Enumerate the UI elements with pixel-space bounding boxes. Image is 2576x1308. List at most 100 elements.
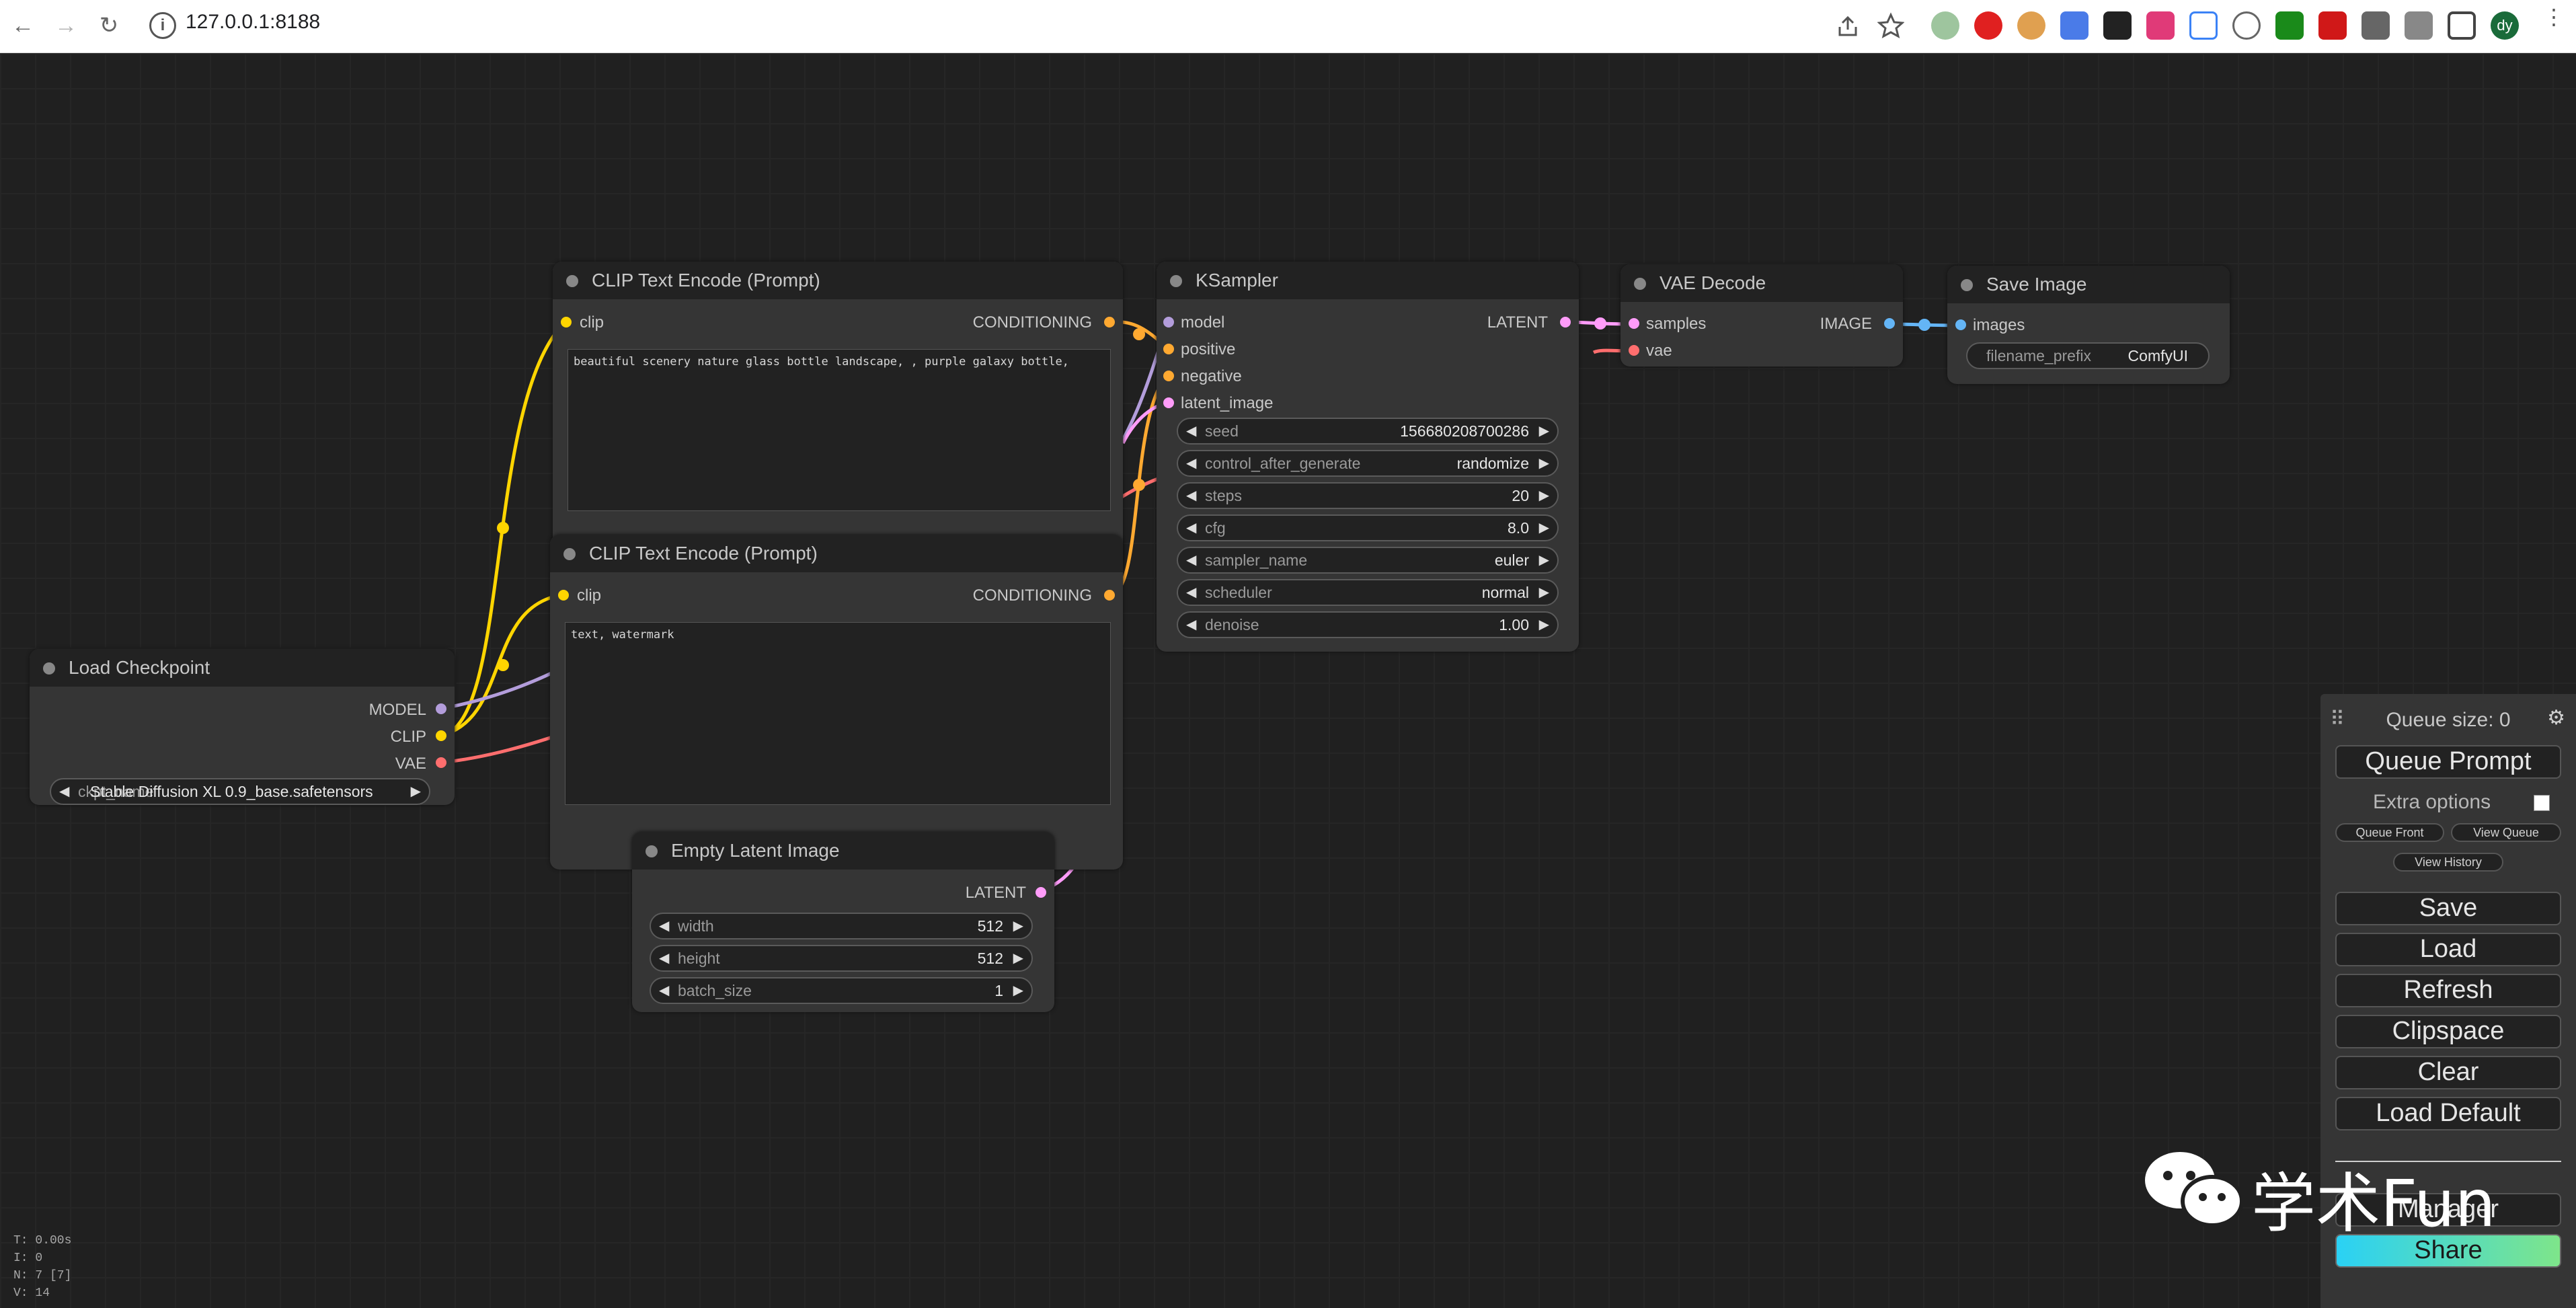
node-collapse-dot[interactable] [1170, 275, 1182, 287]
back-button[interactable]: ← [7, 9, 39, 42]
widget-seed[interactable]: ◀ seed 156680208700286 ▶ [1177, 418, 1559, 445]
node-title[interactable]: KSampler [1157, 262, 1579, 299]
decrement-arrow-icon[interactable]: ◀ [1186, 484, 1196, 508]
load-default-button[interactable]: Load Default [2335, 1097, 2561, 1130]
queue-front-button[interactable]: Queue Front [2335, 823, 2444, 842]
node-collapse-dot[interactable] [563, 548, 576, 560]
url-text[interactable]: 127.0.0.1:8188 [186, 11, 320, 34]
output-slot-latent[interactable] [1036, 887, 1046, 898]
input-slot-latent-image[interactable] [1163, 397, 1174, 408]
clear-button[interactable]: Clear [2335, 1056, 2561, 1089]
extension-green-circle-icon[interactable] [1931, 11, 1959, 40]
load-button[interactable]: Load [2335, 933, 2561, 966]
output-slot-model[interactable] [436, 703, 446, 714]
reading-list-icon[interactable] [2405, 11, 2433, 40]
node-title[interactable]: Load Checkpoint [30, 649, 455, 687]
view-history-button[interactable]: View History [2393, 853, 2503, 872]
widget-filename-prefix[interactable]: filename_prefix ComfyUI [1966, 342, 2210, 369]
decrement-arrow-icon[interactable]: ◀ [1186, 548, 1196, 572]
node-title[interactable]: Save Image [1947, 266, 2230, 303]
extension-red-icon[interactable] [2318, 11, 2347, 40]
side-panel-icon[interactable] [2448, 11, 2476, 40]
forward-button[interactable]: → [50, 9, 82, 42]
increment-arrow-icon[interactable]: ▶ [1539, 451, 1549, 475]
increment-arrow-icon[interactable]: ▶ [1539, 613, 1549, 637]
node-collapse-dot[interactable] [1634, 278, 1646, 290]
node-clip-text-encode-positive[interactable]: CLIP Text Encode (Prompt) clip CONDITION… [553, 262, 1123, 573]
node-empty-latent-image[interactable]: Empty Latent Image LATENT ◀ width 512 ▶ … [632, 832, 1054, 1012]
output-slot-vae[interactable] [436, 757, 446, 768]
prompt-textarea[interactable]: beautiful scenery nature glass bottle la… [568, 349, 1111, 511]
output-slot-image[interactable] [1884, 318, 1895, 329]
extension-terminal-icon[interactable] [2103, 11, 2132, 40]
prompt-textarea[interactable]: text, watermark [565, 622, 1111, 805]
output-slot-clip[interactable] [436, 730, 446, 741]
increment-arrow-icon[interactable]: ▶ [1539, 548, 1549, 572]
widget-batch-size[interactable]: ◀ batch_size 1 ▶ [650, 977, 1033, 1004]
extension-pink-icon[interactable] [2146, 11, 2175, 40]
extensions-puzzle-icon[interactable] [2362, 11, 2390, 40]
extension-download-icon[interactable] [2275, 11, 2304, 40]
clipspace-button[interactable]: Clipspace [2335, 1015, 2561, 1048]
node-collapse-dot[interactable] [646, 845, 658, 857]
input-slot-vae[interactable] [1629, 345, 1639, 356]
widget-scheduler[interactable]: ◀ scheduler normal ▶ [1177, 579, 1559, 606]
node-title[interactable]: Empty Latent Image [632, 832, 1054, 870]
settings-gear-icon[interactable]: ⚙ [2547, 706, 2565, 730]
node-collapse-dot[interactable] [566, 275, 578, 287]
increment-arrow-icon[interactable]: ▶ [1013, 978, 1023, 1003]
node-collapse-dot[interactable] [43, 662, 55, 675]
output-slot-conditioning[interactable] [1104, 590, 1115, 601]
decrement-arrow-icon[interactable]: ◀ [1186, 419, 1196, 443]
widget-denoise[interactable]: ◀ denoise 1.00 ▶ [1177, 611, 1559, 638]
bookmark-star-icon[interactable] [1877, 12, 1904, 39]
increment-arrow-icon[interactable]: ▶ [1539, 580, 1549, 605]
save-button[interactable]: Save [2335, 892, 2561, 925]
combo-right-arrow-icon[interactable]: ▶ [411, 779, 421, 804]
decrement-arrow-icon[interactable]: ◀ [1186, 516, 1196, 540]
decrement-arrow-icon[interactable]: ◀ [659, 946, 669, 970]
input-slot-model[interactable] [1163, 317, 1174, 328]
view-queue-button[interactable]: View Queue [2451, 823, 2561, 842]
graph-canvas[interactable]: CLIP Text Encode (Prompt) clip CONDITION… [0, 53, 2576, 1308]
decrement-arrow-icon[interactable]: ◀ [1186, 451, 1196, 475]
extension-opera-icon[interactable] [1974, 11, 2002, 40]
extension-cookie-icon[interactable] [2017, 11, 2045, 40]
extension-openai-icon[interactable] [2232, 11, 2261, 40]
increment-arrow-icon[interactable]: ▶ [1013, 946, 1023, 970]
decrement-arrow-icon[interactable]: ◀ [1186, 580, 1196, 605]
share-page-icon[interactable] [1834, 12, 1861, 39]
ckpt-name-combo[interactable]: ◀ ckpt_name Stable Diffusion XL 0.9_base… [50, 778, 430, 805]
extra-options-checkbox[interactable] [2534, 795, 2550, 811]
combo-left-arrow-icon[interactable]: ◀ [59, 779, 69, 804]
increment-arrow-icon[interactable]: ▶ [1539, 484, 1549, 508]
input-slot-negative[interactable] [1163, 371, 1174, 381]
node-vae-decode[interactable]: VAE Decode samples vae IMAGE [1621, 264, 1903, 367]
node-title[interactable]: CLIP Text Encode (Prompt) [553, 262, 1123, 299]
increment-arrow-icon[interactable]: ▶ [1539, 419, 1549, 443]
widget-sampler-name[interactable]: ◀ sampler_name euler ▶ [1177, 547, 1559, 574]
widget-width[interactable]: ◀ width 512 ▶ [650, 913, 1033, 939]
node-ksampler[interactable]: KSampler model positive negative latent_… [1157, 262, 1579, 652]
widget-height[interactable]: ◀ height 512 ▶ [650, 945, 1033, 972]
decrement-arrow-icon[interactable]: ◀ [659, 914, 669, 938]
profile-avatar[interactable]: dy [2491, 11, 2519, 40]
decrement-arrow-icon[interactable]: ◀ [659, 978, 669, 1003]
reload-button[interactable]: ↻ [93, 9, 125, 42]
output-slot-conditioning[interactable] [1104, 317, 1115, 328]
widget-cfg[interactable]: ◀ cfg 8.0 ▶ [1177, 514, 1559, 541]
input-slot-samples[interactable] [1629, 318, 1639, 329]
input-slot-positive[interactable] [1163, 344, 1174, 354]
node-load-checkpoint[interactable]: Load Checkpoint MODEL CLIP VAE ◀ ckpt_na… [30, 649, 455, 805]
input-slot-images[interactable] [1955, 319, 1966, 330]
node-save-image[interactable]: Save Image images filename_prefix ComfyU… [1947, 266, 2230, 384]
output-slot-latent[interactable] [1560, 317, 1571, 328]
extension-translate-icon[interactable] [2060, 11, 2089, 40]
input-slot-clip[interactable] [558, 590, 569, 601]
increment-arrow-icon[interactable]: ▶ [1539, 516, 1549, 540]
extension-sync-icon[interactable] [2189, 11, 2218, 40]
widget-control-after-generate[interactable]: ◀ control_after_generate randomize ▶ [1177, 450, 1559, 477]
site-info-icon[interactable]: i [149, 12, 176, 39]
node-title[interactable]: CLIP Text Encode (Prompt) [550, 535, 1123, 572]
node-title[interactable]: VAE Decode [1621, 264, 1903, 302]
